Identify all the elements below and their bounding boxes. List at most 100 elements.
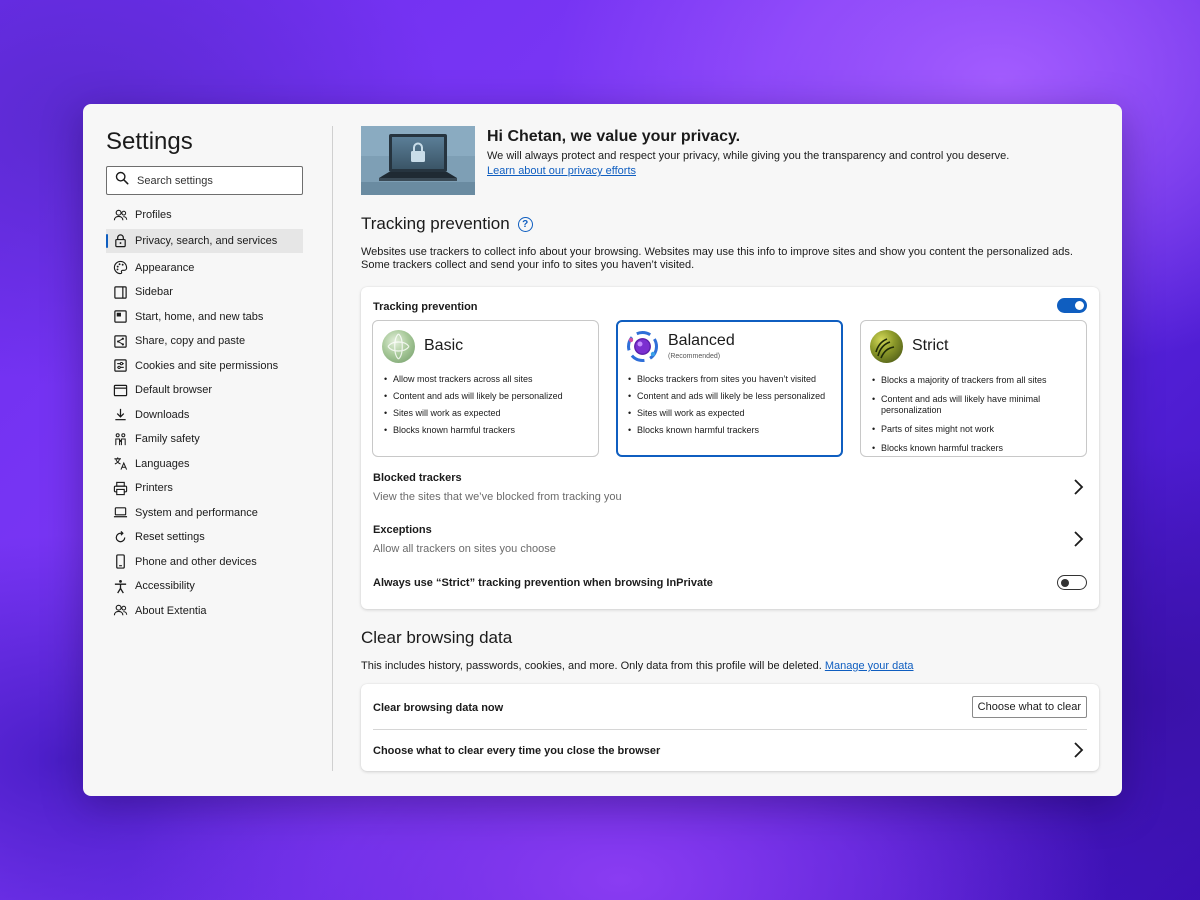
level-balanced[interactable]: Balanced (Recommended) Blocks trackers f… <box>616 320 843 457</box>
search-icon <box>115 171 129 190</box>
languages-icon <box>112 456 128 472</box>
level-balanced-sub: (Recommended) <box>668 353 721 360</box>
level-strict-name: Strict <box>912 337 949 354</box>
blocked-trackers-title[interactable]: Blocked trackers <box>373 472 462 484</box>
tracking-description: Websites use trackers to collect info ab… <box>361 246 1073 271</box>
level-basic-name: Basic <box>424 337 464 354</box>
hero-title: Hi Chetan, we value your privacy. <box>487 128 741 145</box>
privacy-hero: Hi Chetan, we value your privacy. We wil… <box>361 126 1099 196</box>
sidebar-item-appearance[interactable]: Appearance <box>106 256 303 281</box>
strict-inprivate-label: Always use “Strict” tracking prevention … <box>373 577 713 589</box>
sidebar-nav: Profiles Privacy, search, and services A… <box>106 203 303 623</box>
sidebar-item-label: Start, home, and new tabs <box>135 310 264 323</box>
profiles-icon <box>112 207 128 223</box>
search-box[interactable] <box>106 166 303 195</box>
sidebar-item-label: About Extentia <box>135 604 207 617</box>
basic-icon <box>382 330 415 363</box>
level-basic-bullets: Allow most trackers across all sites Con… <box>384 374 592 442</box>
laptop-lock-image <box>361 126 475 195</box>
download-icon <box>112 407 128 423</box>
hero-text: We will always protect and respect your … <box>487 150 1010 162</box>
list-item: Blocks known harmful trackers <box>384 425 592 436</box>
sidebar-item-default-browser[interactable]: Default browser <box>106 378 303 403</box>
clear-description-text: This includes history, passwords, cookie… <box>361 660 822 672</box>
chevron-right-icon[interactable] <box>1072 478 1086 496</box>
choose-what-to-clear-button[interactable]: Choose what to clear <box>971 696 1087 718</box>
list-item: Content and ads will likely be less pers… <box>628 391 836 402</box>
sidebar: Settings Profiles Privacy, search, and s… <box>106 104 306 796</box>
sidebar-item-label: Profiles <box>135 209 172 222</box>
list-item: Sites will work as expected <box>628 408 836 419</box>
sidebar-item-label: Cookies and site permissions <box>135 359 279 372</box>
clear-now-label: Clear browsing data now <box>373 702 504 714</box>
clear-title-text: Clear browsing data <box>361 628 513 647</box>
browser-icon <box>112 382 128 398</box>
phone-icon <box>112 554 128 570</box>
list-item: Allow most trackers across all sites <box>384 374 592 385</box>
home-tabs-icon <box>112 309 128 325</box>
tracking-title-text: Tracking prevention <box>361 214 510 233</box>
cookies-icon <box>112 358 128 374</box>
chevron-right-icon[interactable] <box>1072 530 1086 548</box>
sidebar-item-sidebar[interactable]: Sidebar <box>106 280 303 305</box>
sidebar-item-family-safety[interactable]: Family safety <box>106 427 303 452</box>
printer-icon <box>112 480 128 496</box>
exceptions-sub: Allow all trackers on sites you choose <box>373 543 556 555</box>
list-item: Blocks a majority of trackers from all s… <box>872 375 1080 386</box>
sidebar-item-reset[interactable]: Reset settings <box>106 525 303 550</box>
level-basic[interactable]: Basic Allow most trackers across all sit… <box>372 320 599 457</box>
sidebar-item-profiles[interactable]: Profiles <box>106 203 303 228</box>
sidebar-item-label: Phone and other devices <box>135 555 257 568</box>
level-strict[interactable]: Strict Blocks a majority of trackers fro… <box>860 320 1087 457</box>
sidebar-item-share[interactable]: Share, copy and paste <box>106 329 303 354</box>
sidebar-item-printers[interactable]: Printers <box>106 476 303 501</box>
strict-inprivate-toggle[interactable] <box>1057 575 1087 590</box>
share-icon <box>112 333 128 349</box>
tracking-prevention-card: Tracking prevention Basic Allow most tra… <box>361 287 1099 609</box>
about-icon <box>112 603 128 619</box>
clear-data-card: Clear browsing data now Choose what to c… <box>361 684 1099 771</box>
sidebar-item-downloads[interactable]: Downloads <box>106 403 303 428</box>
sidebar-item-label: Reset settings <box>135 531 205 544</box>
tracking-section-title: Tracking prevention ? <box>361 214 533 234</box>
manage-data-link[interactable]: Manage your data <box>825 660 914 672</box>
clear-description: This includes history, passwords, cookie… <box>361 660 1101 673</box>
family-icon <box>112 431 128 447</box>
tracking-prevention-toggle[interactable] <box>1057 298 1087 313</box>
sidebar-icon <box>112 284 128 300</box>
help-icon[interactable]: ? <box>517 216 533 232</box>
level-balanced-bullets: Blocks trackers from sites you haven’t v… <box>628 374 836 442</box>
sidebar-item-privacy[interactable]: Privacy, search, and services <box>106 228 303 253</box>
sidebar-item-system[interactable]: System and performance <box>106 501 303 526</box>
sidebar-item-start-home[interactable]: Start, home, and new tabs <box>106 305 303 330</box>
sidebar-item-about[interactable]: About Extentia <box>106 599 303 624</box>
chevron-right-icon[interactable] <box>1072 741 1086 759</box>
sidebar-item-label: System and performance <box>135 506 258 519</box>
list-item: Blocks known harmful trackers <box>628 425 836 436</box>
search-input[interactable] <box>137 174 287 187</box>
sidebar-item-languages[interactable]: Languages <box>106 452 303 477</box>
sidebar-item-accessibility[interactable]: Accessibility <box>106 574 303 599</box>
exceptions-title[interactable]: Exceptions <box>373 524 432 536</box>
sidebar-item-label: Accessibility <box>135 580 195 593</box>
accessibility-icon <box>112 578 128 594</box>
divider <box>373 729 1087 730</box>
sidebar-item-label: Appearance <box>135 261 195 274</box>
clear-on-close-label[interactable]: Choose what to clear every time you clos… <box>373 745 660 757</box>
list-item: Content and ads will likely be personali… <box>384 391 592 402</box>
sidebar-item-phone[interactable]: Phone and other devices <box>106 550 303 575</box>
palette-icon <box>112 260 128 276</box>
sidebar-item-label: Family safety <box>135 433 200 446</box>
strict-icon <box>870 330 903 363</box>
reset-icon <box>112 529 128 545</box>
sidebar-item-label: Languages <box>135 457 190 470</box>
sidebar-item-cookies[interactable]: Cookies and site permissions <box>106 354 303 379</box>
main-content: Hi Chetan, we value your privacy. We wil… <box>361 104 1099 796</box>
sidebar-item-label: Share, copy and paste <box>135 335 246 348</box>
blocked-trackers-sub: View the sites that we’ve blocked from t… <box>373 491 622 503</box>
list-item: Blocks trackers from sites you haven’t v… <box>628 374 836 385</box>
privacy-efforts-link[interactable]: Learn about our privacy efforts <box>487 165 636 177</box>
sidebar-item-label: Printers <box>135 482 173 495</box>
list-item: Content and ads will likely have minimal… <box>872 394 1080 416</box>
sidebar-item-label: Downloads <box>135 408 190 421</box>
